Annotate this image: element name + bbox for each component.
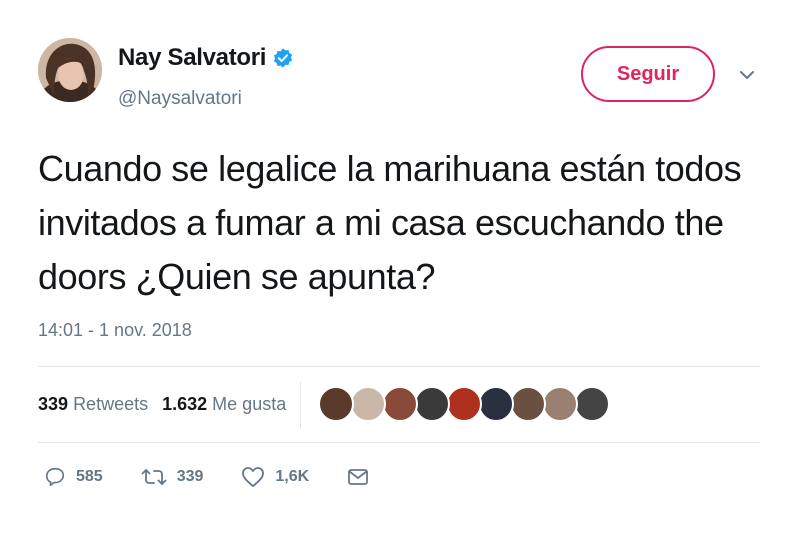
liker-avatar[interactable] [382,386,418,422]
liker-avatar[interactable] [446,386,482,422]
like-count: 1,6K [275,468,310,485]
author-handle[interactable]: @Naysalvatori [118,88,242,110]
tweet-text: Cuando se legalice la marihuana están to… [38,148,742,297]
liker-avatar[interactable] [318,386,354,422]
divider [38,366,760,367]
envelope-icon [348,469,369,485]
retweets-count: 339 [38,394,69,414]
retweet-icon [141,469,167,485]
likes-count: 1.632 [162,394,208,414]
likes-label: Me gusta [212,394,287,414]
liker-avatar[interactable] [542,386,578,422]
stats-separator [300,382,301,428]
tweet-timestamp[interactable]: 14:01 - 1 nov. 2018 [38,320,192,341]
avatar[interactable] [38,38,102,102]
reply-count: 585 [76,468,103,485]
verified-badge-icon [274,48,293,68]
author-name-row: Nay Salvatori [118,44,294,72]
retweets-stat[interactable]: 339 Retweets [38,394,148,415]
author-name[interactable]: Nay Salvatori [118,44,266,72]
chevron-down-icon[interactable] [738,68,756,82]
retweets-label: Retweets [73,394,149,414]
retweet-count: 339 [176,468,204,485]
heart-icon [242,467,265,487]
like-button[interactable]: 1,6K [241,466,309,488]
reply-button[interactable]: 585 [44,466,103,488]
profile-photo [38,38,102,102]
liker-avatar[interactable] [510,386,546,422]
divider [38,442,760,443]
liker-avatar[interactable] [414,386,450,422]
reply-icon [45,467,65,487]
liker-avatar[interactable] [574,386,610,422]
liker-avatar[interactable] [478,386,514,422]
likes-stat[interactable]: 1.632 Me gusta [162,394,286,415]
engagement-stats: 339 Retweets 1.632 Me gusta [38,394,300,415]
direct-message-button[interactable] [347,467,379,487]
liker-avatars [318,386,610,422]
tweet-card: Nay Salvatori @Naysalvatori Seguir Cuand… [0,0,800,533]
follow-button[interactable]: Seguir [581,46,715,102]
action-bar: 585 339 1,6K [44,466,417,488]
liker-avatar[interactable] [350,386,386,422]
retweet-button[interactable]: 339 [141,466,204,488]
